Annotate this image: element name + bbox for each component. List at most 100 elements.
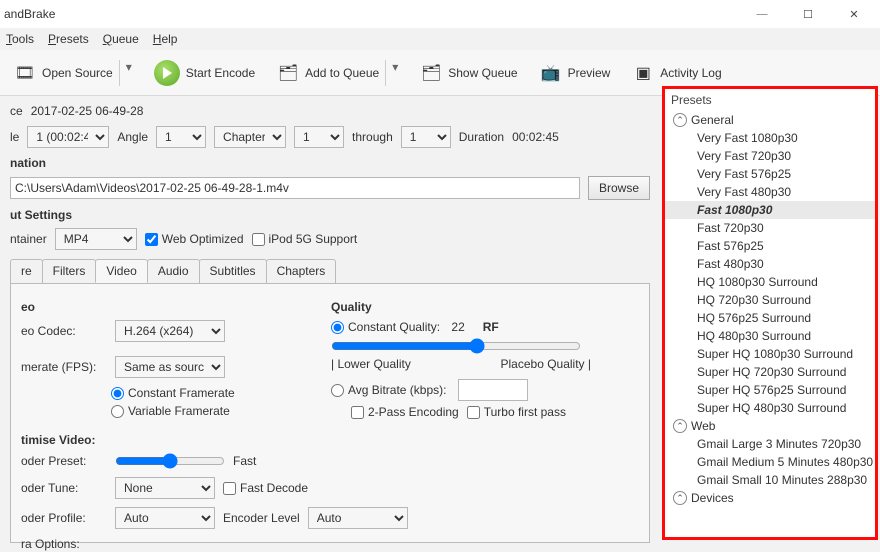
preset-group[interactable]: ⌃Web [665, 417, 875, 435]
codec-select[interactable]: H.264 (x264) [115, 320, 225, 342]
tab-filters[interactable]: Filters [42, 259, 97, 283]
play-icon [154, 60, 180, 86]
dropdown-icon[interactable]: ▾ [385, 60, 398, 86]
container-select[interactable]: MP4 [55, 228, 137, 250]
minimize-button[interactable]: — [740, 2, 784, 26]
chapter-to-select[interactable]: 1 [401, 126, 451, 148]
preset-item[interactable]: Very Fast 720p30 [665, 147, 875, 165]
tab-video[interactable]: Video [95, 259, 147, 283]
tab-subtitles[interactable]: Subtitles [199, 259, 267, 283]
preview-label: Preview [568, 66, 611, 80]
preset-item[interactable]: HQ 576p25 Surround [665, 309, 875, 327]
avg-bitrate-radio[interactable]: Avg Bitrate (kbps): [331, 379, 639, 401]
fast-decode-label: Fast Decode [240, 481, 308, 495]
tab-picture[interactable]: re [10, 259, 43, 283]
encoder-level-select[interactable]: Auto [308, 507, 408, 529]
preset-item[interactable]: Super HQ 720p30 Surround [665, 363, 875, 381]
placebo-label: Placebo Quality | [501, 357, 592, 371]
cfr-label: Constant Framerate [128, 386, 235, 400]
maximize-button[interactable]: ☐ [786, 2, 830, 26]
show-queue-button[interactable]: 🗂 Show Queue [414, 59, 523, 87]
encoder-tune-label: oder Tune: [21, 481, 107, 495]
preset-group-label: Web [691, 419, 715, 433]
dropdown-icon[interactable]: ▾ [119, 60, 132, 86]
encoder-preset-slider[interactable] [115, 453, 225, 469]
activity-log-button[interactable]: ▣Activity Log [626, 59, 727, 87]
preset-item[interactable]: Gmail Small 10 Minutes 288p30 [665, 471, 875, 489]
preset-group-label: General [691, 113, 734, 127]
preset-item[interactable]: Very Fast 1080p30 [665, 129, 875, 147]
preview-button[interactable]: 📺 Preview [534, 59, 617, 87]
chapter-from-select[interactable]: 1 [294, 126, 344, 148]
menubar: Tools Presets Queue Help [0, 28, 880, 50]
turbo-checkbox[interactable]: Turbo first pass [467, 405, 566, 419]
tab-audio[interactable]: Audio [147, 259, 200, 283]
web-optimized-checkbox[interactable]: Web Optimized [145, 232, 244, 246]
preset-item[interactable]: Gmail Large 3 Minutes 720p30 [665, 435, 875, 453]
video-tab-pane: eo eo Codec:H.264 (x264) merate (FPS):Sa… [10, 283, 650, 543]
preset-item[interactable]: Super HQ 576p25 Surround [665, 381, 875, 399]
menu-presets[interactable]: Presets [48, 32, 89, 46]
preset-group[interactable]: ⌃Devices [665, 489, 875, 507]
web-optimized-label: Web Optimized [162, 232, 244, 246]
preset-group[interactable]: ⌃General [665, 111, 875, 129]
preset-item[interactable]: HQ 720p30 Surround [665, 291, 875, 309]
show-queue-label: Show Queue [448, 66, 517, 80]
angle-label: Angle [117, 130, 148, 144]
source-label: ce [10, 104, 23, 118]
start-encode-button[interactable]: Start Encode [148, 56, 261, 90]
presets-heading: Presets [665, 89, 875, 111]
browse-button[interactable]: Browse [588, 176, 650, 200]
menu-tools[interactable]: Tools [6, 32, 34, 46]
tab-chapters[interactable]: Chapters [266, 259, 337, 283]
app-title: andBrake [4, 7, 55, 21]
quality-slider[interactable] [331, 338, 581, 354]
ipod-checkbox[interactable]: iPod 5G Support [252, 232, 358, 246]
chevron-up-icon: ⌃ [673, 491, 687, 505]
presets-tree: ⌃GeneralVery Fast 1080p30Very Fast 720p3… [665, 111, 875, 507]
title-select[interactable]: 1 (00:02:45) [27, 126, 109, 148]
preset-item[interactable]: Super HQ 480p30 Surround [665, 399, 875, 417]
destination-input[interactable] [10, 177, 580, 199]
start-encode-label: Start Encode [186, 66, 255, 80]
add-queue-button[interactable]: 🗂Add to Queue▾ [271, 56, 404, 90]
bitrate-input[interactable] [458, 379, 528, 401]
preset-item[interactable]: Fast 720p30 [665, 219, 875, 237]
preset-item[interactable]: Fast 576p25 [665, 237, 875, 255]
cq-label: Constant Quality: [348, 320, 440, 334]
encoder-profile-select[interactable]: Auto [115, 507, 215, 529]
extra-options-label: ra Options: [21, 537, 80, 551]
add-queue-icon: 🗂 [277, 63, 299, 83]
queue-icon: 🗂 [420, 63, 442, 83]
encoder-tune-select[interactable]: None [115, 477, 215, 499]
window-controls: — ☐ ✕ [740, 2, 876, 26]
preset-item[interactable]: HQ 1080p30 Surround [665, 273, 875, 291]
fast-decode-checkbox[interactable]: Fast Decode [223, 481, 308, 495]
twopass-checkbox[interactable]: 2-Pass Encoding [351, 405, 459, 419]
fps-select[interactable]: Same as source [115, 356, 225, 378]
preset-item[interactable]: Very Fast 576p25 [665, 165, 875, 183]
menu-queue[interactable]: Queue [103, 32, 139, 46]
close-button[interactable]: ✕ [832, 2, 876, 26]
range-type-select[interactable]: Chapters [214, 126, 286, 148]
tv-icon: 📺 [540, 63, 562, 83]
vfr-radio[interactable]: Variable Framerate [111, 404, 301, 418]
preset-item[interactable]: Fast 480p30 [665, 255, 875, 273]
source-value: 2017-02-25 06-49-28 [31, 104, 144, 118]
log-label: Activity Log [660, 66, 721, 80]
preset-item[interactable]: Super HQ 1080p30 Surround [665, 345, 875, 363]
open-source-label: Open Source [42, 66, 113, 80]
preset-item[interactable]: Very Fast 480p30 [665, 183, 875, 201]
titlebar: andBrake — ☐ ✕ [0, 0, 880, 28]
preset-item[interactable]: Fast 1080p30 [665, 201, 875, 219]
container-label: ntainer [10, 232, 47, 246]
preset-item[interactable]: HQ 480p30 Surround [665, 327, 875, 345]
preset-item[interactable]: Gmail Medium 5 Minutes 480p30 [665, 453, 875, 471]
constant-quality-radio[interactable]: Constant Quality: 22 RF [331, 320, 639, 334]
turbo-label: Turbo first pass [484, 405, 566, 419]
menu-help[interactable]: Help [153, 32, 178, 46]
angle-select[interactable]: 1 [156, 126, 206, 148]
ipod-label: iPod 5G Support [269, 232, 358, 246]
cfr-radio[interactable]: Constant Framerate [111, 386, 301, 400]
open-source-button[interactable]: 🎞Open Source▾ [8, 56, 138, 90]
